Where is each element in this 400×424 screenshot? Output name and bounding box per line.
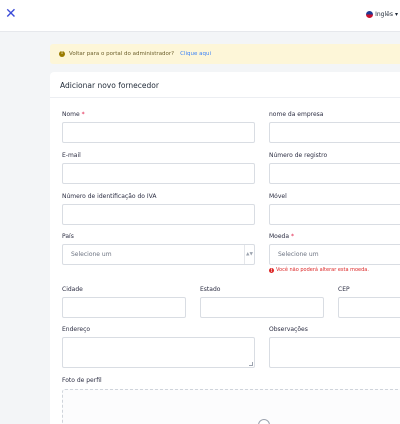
company-label: nome da empresa	[269, 111, 324, 118]
company-input[interactable]	[269, 122, 400, 143]
us-flag-icon	[366, 11, 374, 18]
name-label: Nome *	[62, 111, 85, 118]
currency-error: ! Você não poderá alterar esta moeda.	[269, 267, 369, 273]
zip-input[interactable]	[338, 297, 400, 318]
top-bar: ✕ Inglês ▾	[0, 0, 400, 32]
state-input[interactable]	[200, 297, 324, 318]
language-label: Inglês	[375, 11, 393, 18]
warning-icon: !	[59, 51, 65, 57]
city-input[interactable]	[62, 297, 186, 318]
language-selector[interactable]: Inglês ▾	[366, 11, 398, 18]
photo-dropzone[interactable]	[62, 389, 400, 424]
vat-label: Número de identificação do IVA	[62, 193, 157, 200]
select-arrow-icon: ▲▼	[244, 245, 254, 264]
email-input[interactable]	[62, 163, 255, 184]
address-textarea[interactable]	[62, 337, 255, 368]
name-input[interactable]	[62, 122, 255, 143]
error-icon: !	[269, 267, 274, 273]
banner-link[interactable]: Clique aqui	[180, 51, 211, 57]
vat-input[interactable]	[62, 204, 255, 225]
registration-input[interactable]	[269, 163, 400, 184]
chevron-down-icon: ▾	[394, 11, 398, 18]
country-label: País	[62, 233, 74, 240]
resize-handle-icon[interactable]	[249, 362, 253, 366]
registration-label: Número de registro	[269, 152, 328, 159]
upload-icon[interactable]	[258, 419, 270, 424]
country-select-value: Selecione um	[71, 251, 112, 258]
email-label: E-mail	[62, 152, 81, 159]
close-icon[interactable]: ✕	[5, 7, 17, 21]
form-title: Adicionar novo fornecedor	[60, 81, 159, 90]
mobile-input[interactable]	[269, 204, 400, 225]
country-select[interactable]: Selecione um ▲▼	[62, 244, 255, 265]
photo-label: Foto de perfil	[62, 377, 102, 384]
admin-portal-banner: ! Voltar para o portal do administrador?…	[50, 44, 400, 64]
mobile-label: Móvel	[269, 193, 287, 200]
currency-select[interactable]: Selecione um	[269, 244, 400, 265]
zip-label: CEP	[338, 286, 350, 293]
divider	[50, 97, 400, 98]
currency-select-value: Selecione um	[278, 251, 319, 258]
city-label: Cidade	[62, 286, 83, 293]
state-label: Estado	[200, 286, 221, 293]
notes-label: Observações	[269, 326, 308, 333]
currency-label: Moeda *	[269, 233, 294, 240]
banner-text: Voltar para o portal do administrador?	[69, 51, 175, 57]
notes-textarea[interactable]	[269, 337, 400, 368]
address-label: Endereço	[62, 326, 91, 333]
